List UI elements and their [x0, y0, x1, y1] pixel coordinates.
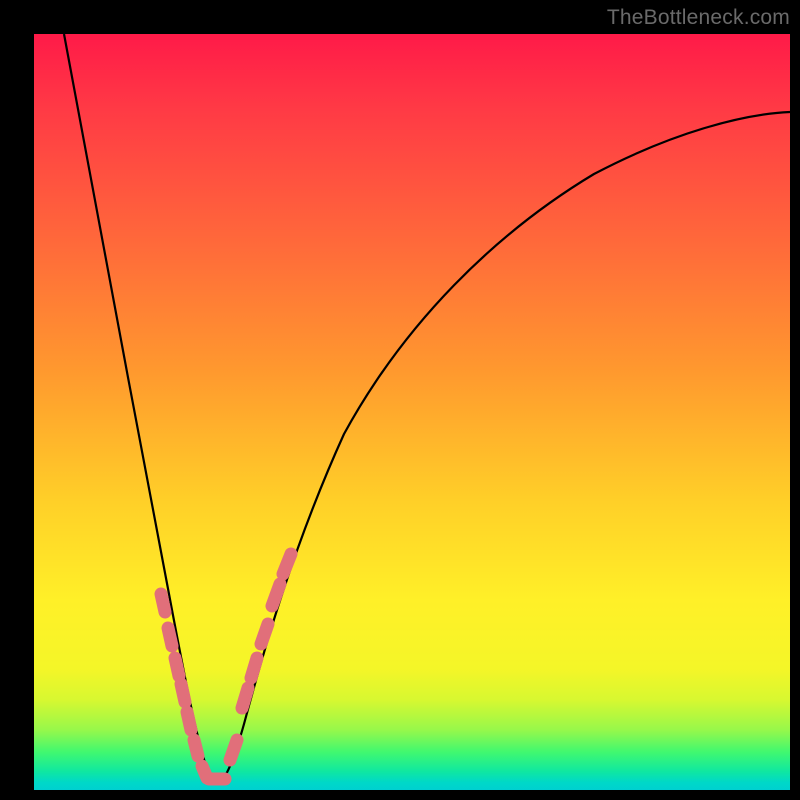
- marker-group: [161, 554, 291, 779]
- curve-layer: [0, 0, 800, 800]
- chart-frame: TheBottleneck.com: [0, 0, 800, 800]
